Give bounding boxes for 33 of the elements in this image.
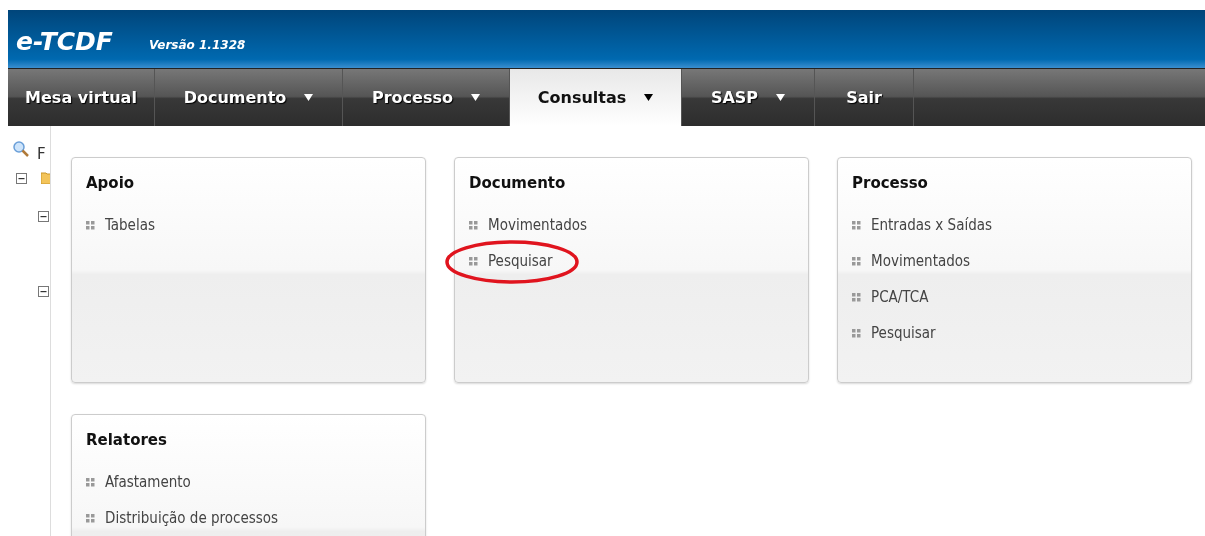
card-link[interactable]: Movimentados	[469, 216, 588, 234]
grip-icon	[86, 220, 95, 230]
grip-icon	[852, 220, 861, 230]
card-link[interactable]: Entradas x Saídas	[852, 216, 993, 234]
app-logo: e-TCDF	[16, 29, 113, 54]
card-link[interactable]: PCA/TCA	[852, 288, 929, 306]
tree-label: F	[37, 145, 46, 163]
version-label: Versão 1.1328	[148, 38, 246, 52]
grip-icon	[852, 256, 861, 266]
card-link[interactable]: Afastamento	[86, 473, 191, 491]
card-title: Relatores	[86, 431, 168, 449]
menu-tab[interactable]: Sair	[815, 69, 914, 126]
card-title: Processo	[852, 174, 929, 192]
collapse-icon[interactable]	[38, 286, 49, 297]
grip-icon	[86, 513, 95, 523]
grip-icon	[852, 292, 861, 302]
card-link[interactable]: Distribuição de processos	[86, 509, 279, 527]
grip-icon	[469, 256, 478, 266]
grip-icon	[86, 477, 95, 487]
menu-tab[interactable]: Documento	[155, 69, 343, 126]
card-link[interactable]: Movimentados	[852, 252, 971, 270]
menu-tab[interactable]: SASP	[682, 69, 815, 126]
card-link[interactable]: Pesquisar	[852, 324, 936, 342]
card-link[interactable]: Tabelas	[86, 216, 155, 234]
card-title: Apoio	[86, 174, 136, 192]
grip-icon	[852, 328, 861, 338]
grip-icon	[469, 220, 478, 230]
card-title: Documento	[469, 174, 567, 192]
search-icon	[13, 141, 29, 157]
menu-tab[interactable]: Consultas	[510, 69, 682, 126]
menu-tab[interactable]: Mesa virtual	[8, 69, 155, 126]
collapse-icon[interactable]	[16, 173, 27, 184]
collapse-icon[interactable]	[38, 211, 49, 222]
